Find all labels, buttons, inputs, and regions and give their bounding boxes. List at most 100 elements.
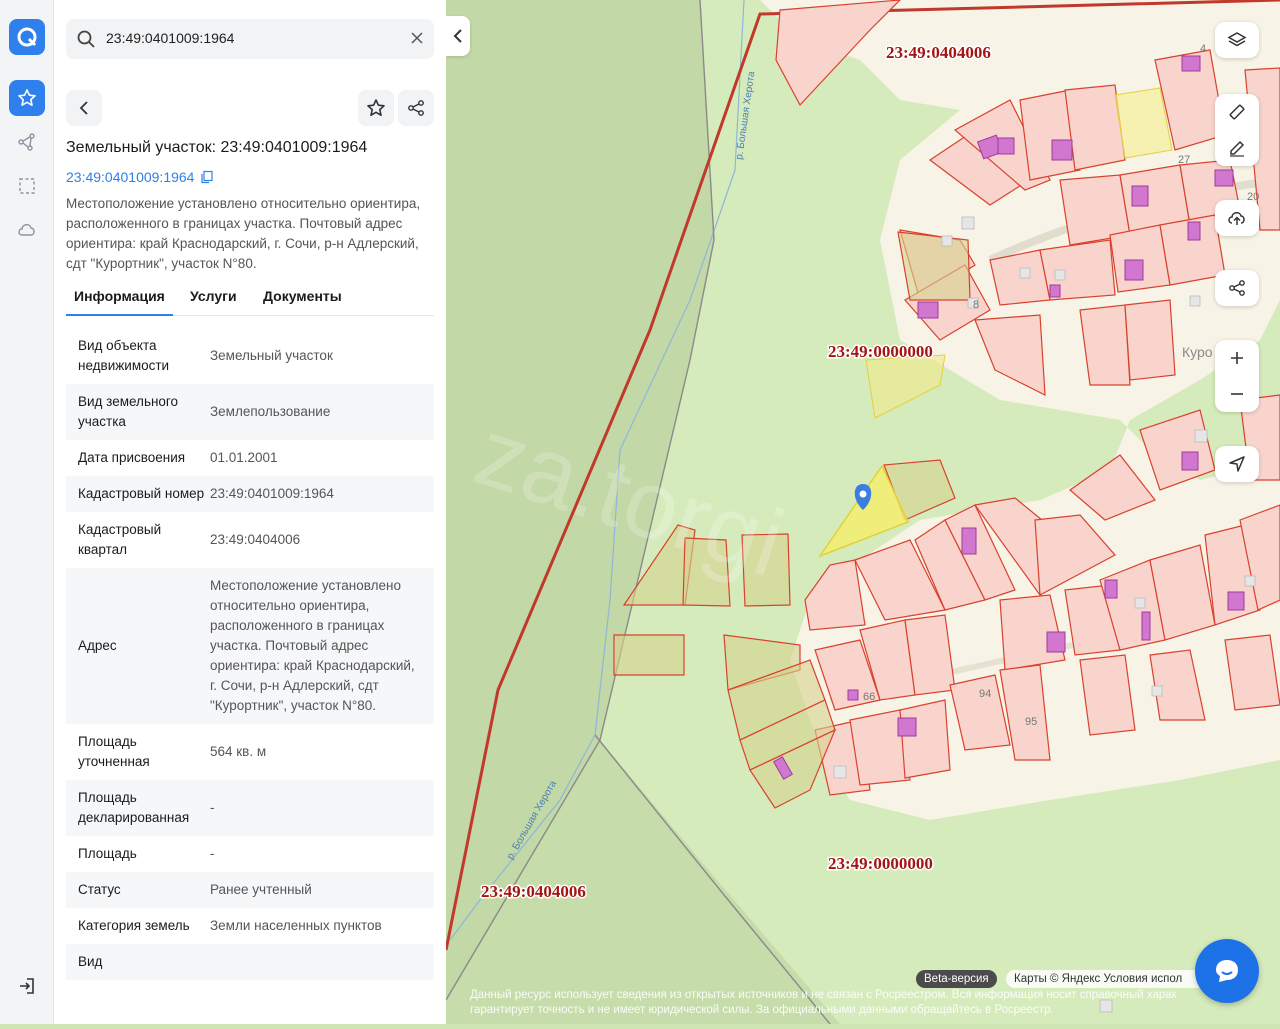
collapse-panel-button[interactable] [446,16,470,56]
table-row: Вид [66,944,434,980]
table-row: Площадь уточненная 564 кв. м [66,724,434,780]
info-table: Вид объекта недвижимости Земельный участо… [66,328,434,980]
house-number: 66 [863,691,875,703]
locate-icon [1229,456,1245,472]
row-key: Дата присвоения [78,450,186,465]
row-key: Площадь уточненная [78,734,150,769]
row-key: Кадастровый номер [78,486,205,501]
logo-icon [17,27,37,47]
row-value: - [210,846,215,861]
share-button[interactable] [398,90,434,126]
star-icon [18,89,36,106]
logout-icon [20,978,34,994]
row-key: Адрес [78,638,117,653]
clear-icon[interactable] [410,31,424,45]
zoom-control [1215,340,1259,412]
chat-button[interactable] [1195,939,1259,1003]
quarter-label: 23:49:0404006 [481,882,586,901]
object-title: Земельный участок: 23:49:0401009:1964 [66,139,368,156]
tab-services[interactable]: Услуги [190,288,237,304]
select-area-icon [19,178,35,194]
ruler-button[interactable] [1215,94,1259,130]
upload-icon [1228,212,1245,225]
search-bar[interactable]: 23:49:0401009:1964 [66,19,434,59]
rail-route-button[interactable] [9,124,45,160]
share-icon [408,100,424,116]
quarter-label: 23:49:0000000 [828,342,933,361]
row-value: - [210,800,215,815]
locate-control [1215,446,1259,482]
cadastral-number-text[interactable]: 23:49:0401009:1964 [66,169,194,185]
rail-select-area-button[interactable] [9,168,45,204]
row-value: 23:49:0404006 [210,532,301,547]
favorite-icon [367,99,385,116]
share-map-button[interactable] [1215,270,1259,306]
row-value: Земли населенных пунктов [210,918,382,933]
row-key: Вид [78,954,103,969]
ruler-icon [1229,104,1245,120]
rail-cloud-button[interactable] [9,212,45,248]
favorite-button[interactable] [358,90,394,126]
map-canvas[interactable]: za.torgi 23:49:0404006 23:49:0000000 23:… [444,0,1280,1025]
layers-icon [1227,32,1247,47]
layers-control[interactable] [1215,22,1259,58]
locate-button[interactable] [1215,446,1259,482]
row-key: Площадь [78,846,137,861]
chat-icon [1216,960,1238,982]
search-icon [77,30,95,48]
disclaimer-text: Данный ресурс использует сведения из отк… [470,989,1177,1016]
row-value: Местоположение установлено относительно … [210,578,415,713]
collapse-icon [453,29,462,43]
row-value: Ранее учтенный [210,882,312,897]
rail-favorites-button[interactable] [9,80,45,116]
info-tabs: Информация Услуги Документы [66,284,434,316]
info-panel: 23:49:0401009:1964 Земельный участок: 23… [54,0,446,1024]
settlement-label: Куро [1182,344,1213,360]
house-number: 8 [973,299,979,311]
table-row: Вид земельного участка Землепользование [66,384,434,440]
app-rail [0,0,54,1024]
cloud-icon [18,224,35,236]
table-row: Статус Ранее учтенный [66,872,434,908]
row-key: Статус [78,882,121,897]
tab-documents[interactable]: Документы [263,288,342,304]
rail-logout-button[interactable] [9,968,45,1004]
table-row: Кадастровый номер 23:49:0401009:1964 [66,476,434,512]
table-row: Кадастровый квартал 23:49:0404006 [66,512,434,568]
house-number: 95 [1025,716,1037,728]
tools-control [1215,94,1259,166]
app-logo[interactable] [9,19,45,55]
cadastral-number-link[interactable]: 23:49:0401009:1964 [66,169,214,185]
row-key: Категория земель [78,918,190,933]
row-value: 01.01.2001 [210,450,278,465]
copy-icon[interactable] [200,170,214,184]
row-key: Площадь декларированная [78,790,190,825]
quarter-label: 23:49:0404006 [886,43,991,62]
table-row: Категория земель Земли населенных пунктов [66,908,434,944]
row-key: Вид объекта недвижимости [78,338,170,373]
map-copyright[interactable]: Карты © Яндекс Условия испол [1006,970,1206,988]
tab-information[interactable]: Информация [66,288,173,316]
zoom-out-icon [1231,393,1243,395]
search-input[interactable]: 23:49:0401009:1964 [106,30,234,46]
layers-button[interactable] [1215,22,1259,58]
beta-badge: Beta-версия [916,970,997,988]
upload-control [1215,200,1259,236]
edit-button[interactable] [1215,130,1259,166]
zoom-out-button[interactable] [1215,376,1259,412]
table-row: Площадь декларированная - [66,780,434,836]
table-row: Дата присвоения 01.01.2001 [66,440,434,476]
share-map-icon [1229,280,1245,296]
upload-button[interactable] [1215,200,1259,236]
zoom-in-button[interactable] [1215,340,1259,376]
zoom-in-icon [1231,352,1243,364]
edit-icon [1230,140,1245,157]
back-button[interactable] [66,90,102,126]
row-value: 564 кв. м [210,744,267,759]
house-number: 4 [1200,43,1206,55]
object-description: Местоположение установлено относительно … [66,196,421,271]
back-icon [79,101,88,115]
table-row: Адрес Местоположение установлено относите… [66,568,434,724]
share-map-control [1215,270,1259,306]
row-value: Земельный участок [210,348,333,363]
